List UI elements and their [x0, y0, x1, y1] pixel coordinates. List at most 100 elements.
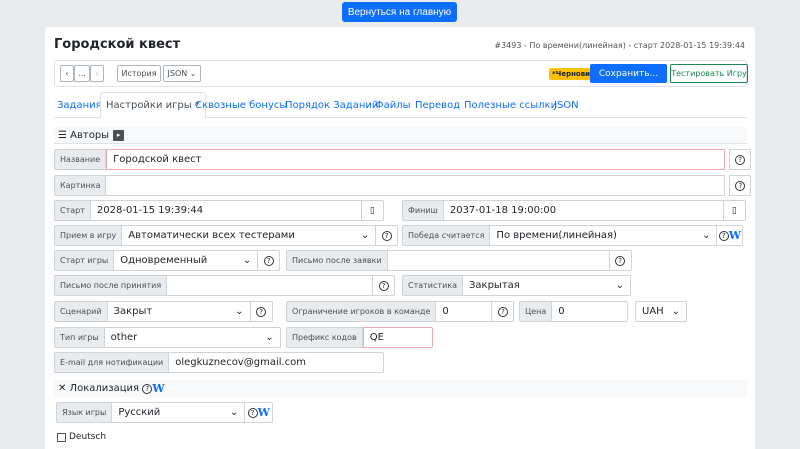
team-limit-input[interactable]: 0: [436, 301, 493, 322]
deutsch-checkbox[interactable]: [57, 432, 66, 442]
authors-section[interactable]: ☰ Авторы ▸: [54, 127, 747, 144]
code-prefix-input[interactable]: QE: [362, 327, 433, 348]
tab-json[interactable]: JSON: [554, 92, 579, 118]
question-icon: ?: [718, 230, 729, 241]
scenario-select[interactable]: Закрыт ⌄: [107, 301, 251, 322]
localization-section[interactable]: ✕ Локализация ? W: [54, 380, 747, 397]
scenario-value: Закрыт: [113, 306, 153, 317]
email-input[interactable]: olegkuznecov@gmail.com: [169, 352, 385, 373]
back-to-home-button[interactable]: Вернуться на главную: [342, 2, 457, 22]
wikipedia-icon[interactable]: W: [152, 382, 164, 395]
expand-icon[interactable]: ▸: [113, 129, 125, 141]
redo-button[interactable]: ›: [90, 65, 104, 82]
game-type-value: other: [110, 332, 138, 343]
letter-accept-label: Письмо после принятия: [54, 275, 168, 296]
letter-accept-help[interactable]: ?: [373, 275, 396, 296]
chevron-down-icon: ⌄: [242, 255, 252, 266]
chevron-down-icon: ⌄: [360, 230, 370, 241]
history-button[interactable]: История: [117, 65, 161, 82]
tab-task-order[interactable]: Порядок Заданий: [285, 92, 378, 118]
name-help[interactable]: ?: [729, 149, 752, 170]
currency-select[interactable]: UAH ⌄: [635, 301, 687, 322]
chevron-down-icon: ⌄: [235, 306, 244, 317]
victory-value: По времени(линейная): [496, 230, 617, 241]
picture-help[interactable]: ?: [729, 175, 752, 196]
tab-translation[interactable]: Перевод: [415, 92, 460, 118]
game-start-select[interactable]: Одновременный ⌄: [114, 250, 259, 271]
game-start-value: Одновременный: [120, 255, 208, 266]
price-row: Цена 0: [519, 301, 629, 322]
email-row: E-mail для нотификации olegkuznecov@gmai…: [54, 352, 385, 373]
finish-calendar[interactable]: ▯: [723, 200, 746, 221]
game-lang-select[interactable]: Русский ⌄: [112, 402, 246, 423]
localization-label: ✕ Локализация: [58, 383, 140, 394]
finish-row: Финиш 2037-01-18 19:00:00 ▯: [402, 200, 746, 221]
picture-row: Картинка ?: [54, 175, 752, 196]
letter-accept-row: Письмо после принятия ?: [54, 275, 396, 296]
admission-help[interactable]: ?: [376, 225, 399, 246]
calendar-icon: ▯: [369, 205, 375, 216]
chevron-down-icon: ⌄: [702, 230, 711, 241]
price-input[interactable]: 0: [552, 301, 629, 322]
tab-game-settings-label: Настройки игры *: [106, 99, 200, 111]
tab-tasks[interactable]: Задания: [57, 92, 102, 118]
question-icon[interactable]: ?: [142, 383, 153, 394]
statistics-select[interactable]: Закрытая ⌄: [463, 275, 631, 296]
page-title: Городской квест: [54, 37, 181, 52]
picture-input[interactable]: [106, 175, 726, 196]
name-input[interactable]: Городской квест: [106, 149, 726, 170]
start-calendar[interactable]: ▯: [361, 200, 384, 221]
question-icon: ?: [381, 230, 392, 241]
game-lang-row: Язык игры Русский ⌄ ? W: [56, 402, 274, 423]
scenario-row: Сценарий Закрыт ⌄ ?: [54, 301, 273, 322]
start-label: Старт: [54, 200, 91, 221]
team-limit-help[interactable]: ?: [492, 301, 515, 322]
question-icon: ?: [497, 306, 508, 317]
wikipedia-icon[interactable]: W: [729, 229, 741, 242]
game-type-select[interactable]: other ⌄: [104, 327, 281, 348]
chevron-down-icon: ⌄: [189, 69, 197, 78]
letter-request-help[interactable]: ?: [609, 250, 632, 271]
undo-button[interactable]: ‹: [60, 65, 74, 82]
game-meta: #3493 - По времени(линейная) - старт 202…: [494, 41, 745, 50]
tab-files[interactable]: Файлы: [375, 92, 411, 118]
letter-accept-input[interactable]: [167, 275, 374, 296]
save-button[interactable]: Сохранить...: [590, 64, 667, 83]
letter-request-input[interactable]: [387, 250, 610, 271]
deutsch-checkbox-row[interactable]: Deutsch: [57, 432, 106, 442]
finish-label: Финиш: [402, 200, 444, 221]
finish-input[interactable]: 2037-01-18 19:00:00: [443, 200, 724, 221]
toolbar: ‹ ... › История JSON ⌄ *Черновик Сохрани…: [54, 60, 748, 87]
chevron-down-icon: ⌄: [229, 407, 239, 418]
question-icon: ?: [256, 306, 267, 317]
deutsch-label: Deutsch: [69, 432, 107, 442]
victory-help[interactable]: ? W: [717, 225, 744, 246]
json-dropdown[interactable]: JSON ⌄: [163, 65, 201, 82]
json-label: JSON: [167, 69, 188, 78]
test-game-button[interactable]: Тестировать Игру: [670, 64, 748, 83]
price-label: Цена: [519, 301, 553, 322]
chevron-down-icon: ⌄: [671, 306, 680, 317]
code-prefix-row: Префикс кодов QE: [286, 327, 433, 348]
victory-label: Победа считается: [402, 225, 491, 246]
game-type-row: Тип игры other ⌄: [54, 327, 281, 348]
currency-value: UAH: [642, 306, 664, 317]
game-start-row: Старт игры Одновременный ⌄ ?: [54, 250, 281, 271]
scenario-help[interactable]: ?: [250, 301, 273, 322]
victory-select[interactable]: По времени(линейная) ⌄: [490, 225, 718, 246]
code-prefix-label: Префикс кодов: [286, 327, 363, 348]
game-lang-help[interactable]: ? W: [245, 402, 274, 423]
question-icon: ?: [378, 280, 389, 291]
letter-request-row: Письмо после заявки ?: [286, 250, 632, 271]
authors-label: ☰ Авторы: [58, 129, 110, 141]
admission-select[interactable]: Автоматически всех тестерами ⌄: [122, 225, 377, 246]
tab-game-settings[interactable]: Настройки игры *: [100, 92, 206, 118]
start-input[interactable]: 2028-01-15 19:39:44: [90, 200, 362, 221]
ellipsis-button[interactable]: ...: [74, 65, 90, 82]
game-start-help[interactable]: ?: [258, 250, 281, 271]
wikipedia-icon[interactable]: W: [258, 406, 270, 419]
tab-global-bonuses[interactable]: Сквозные бонусы: [195, 92, 287, 118]
game-lang-value: Русский: [118, 407, 161, 418]
question-icon: ?: [247, 407, 258, 418]
tab-useful-links[interactable]: Полезные ссылки: [464, 92, 557, 118]
